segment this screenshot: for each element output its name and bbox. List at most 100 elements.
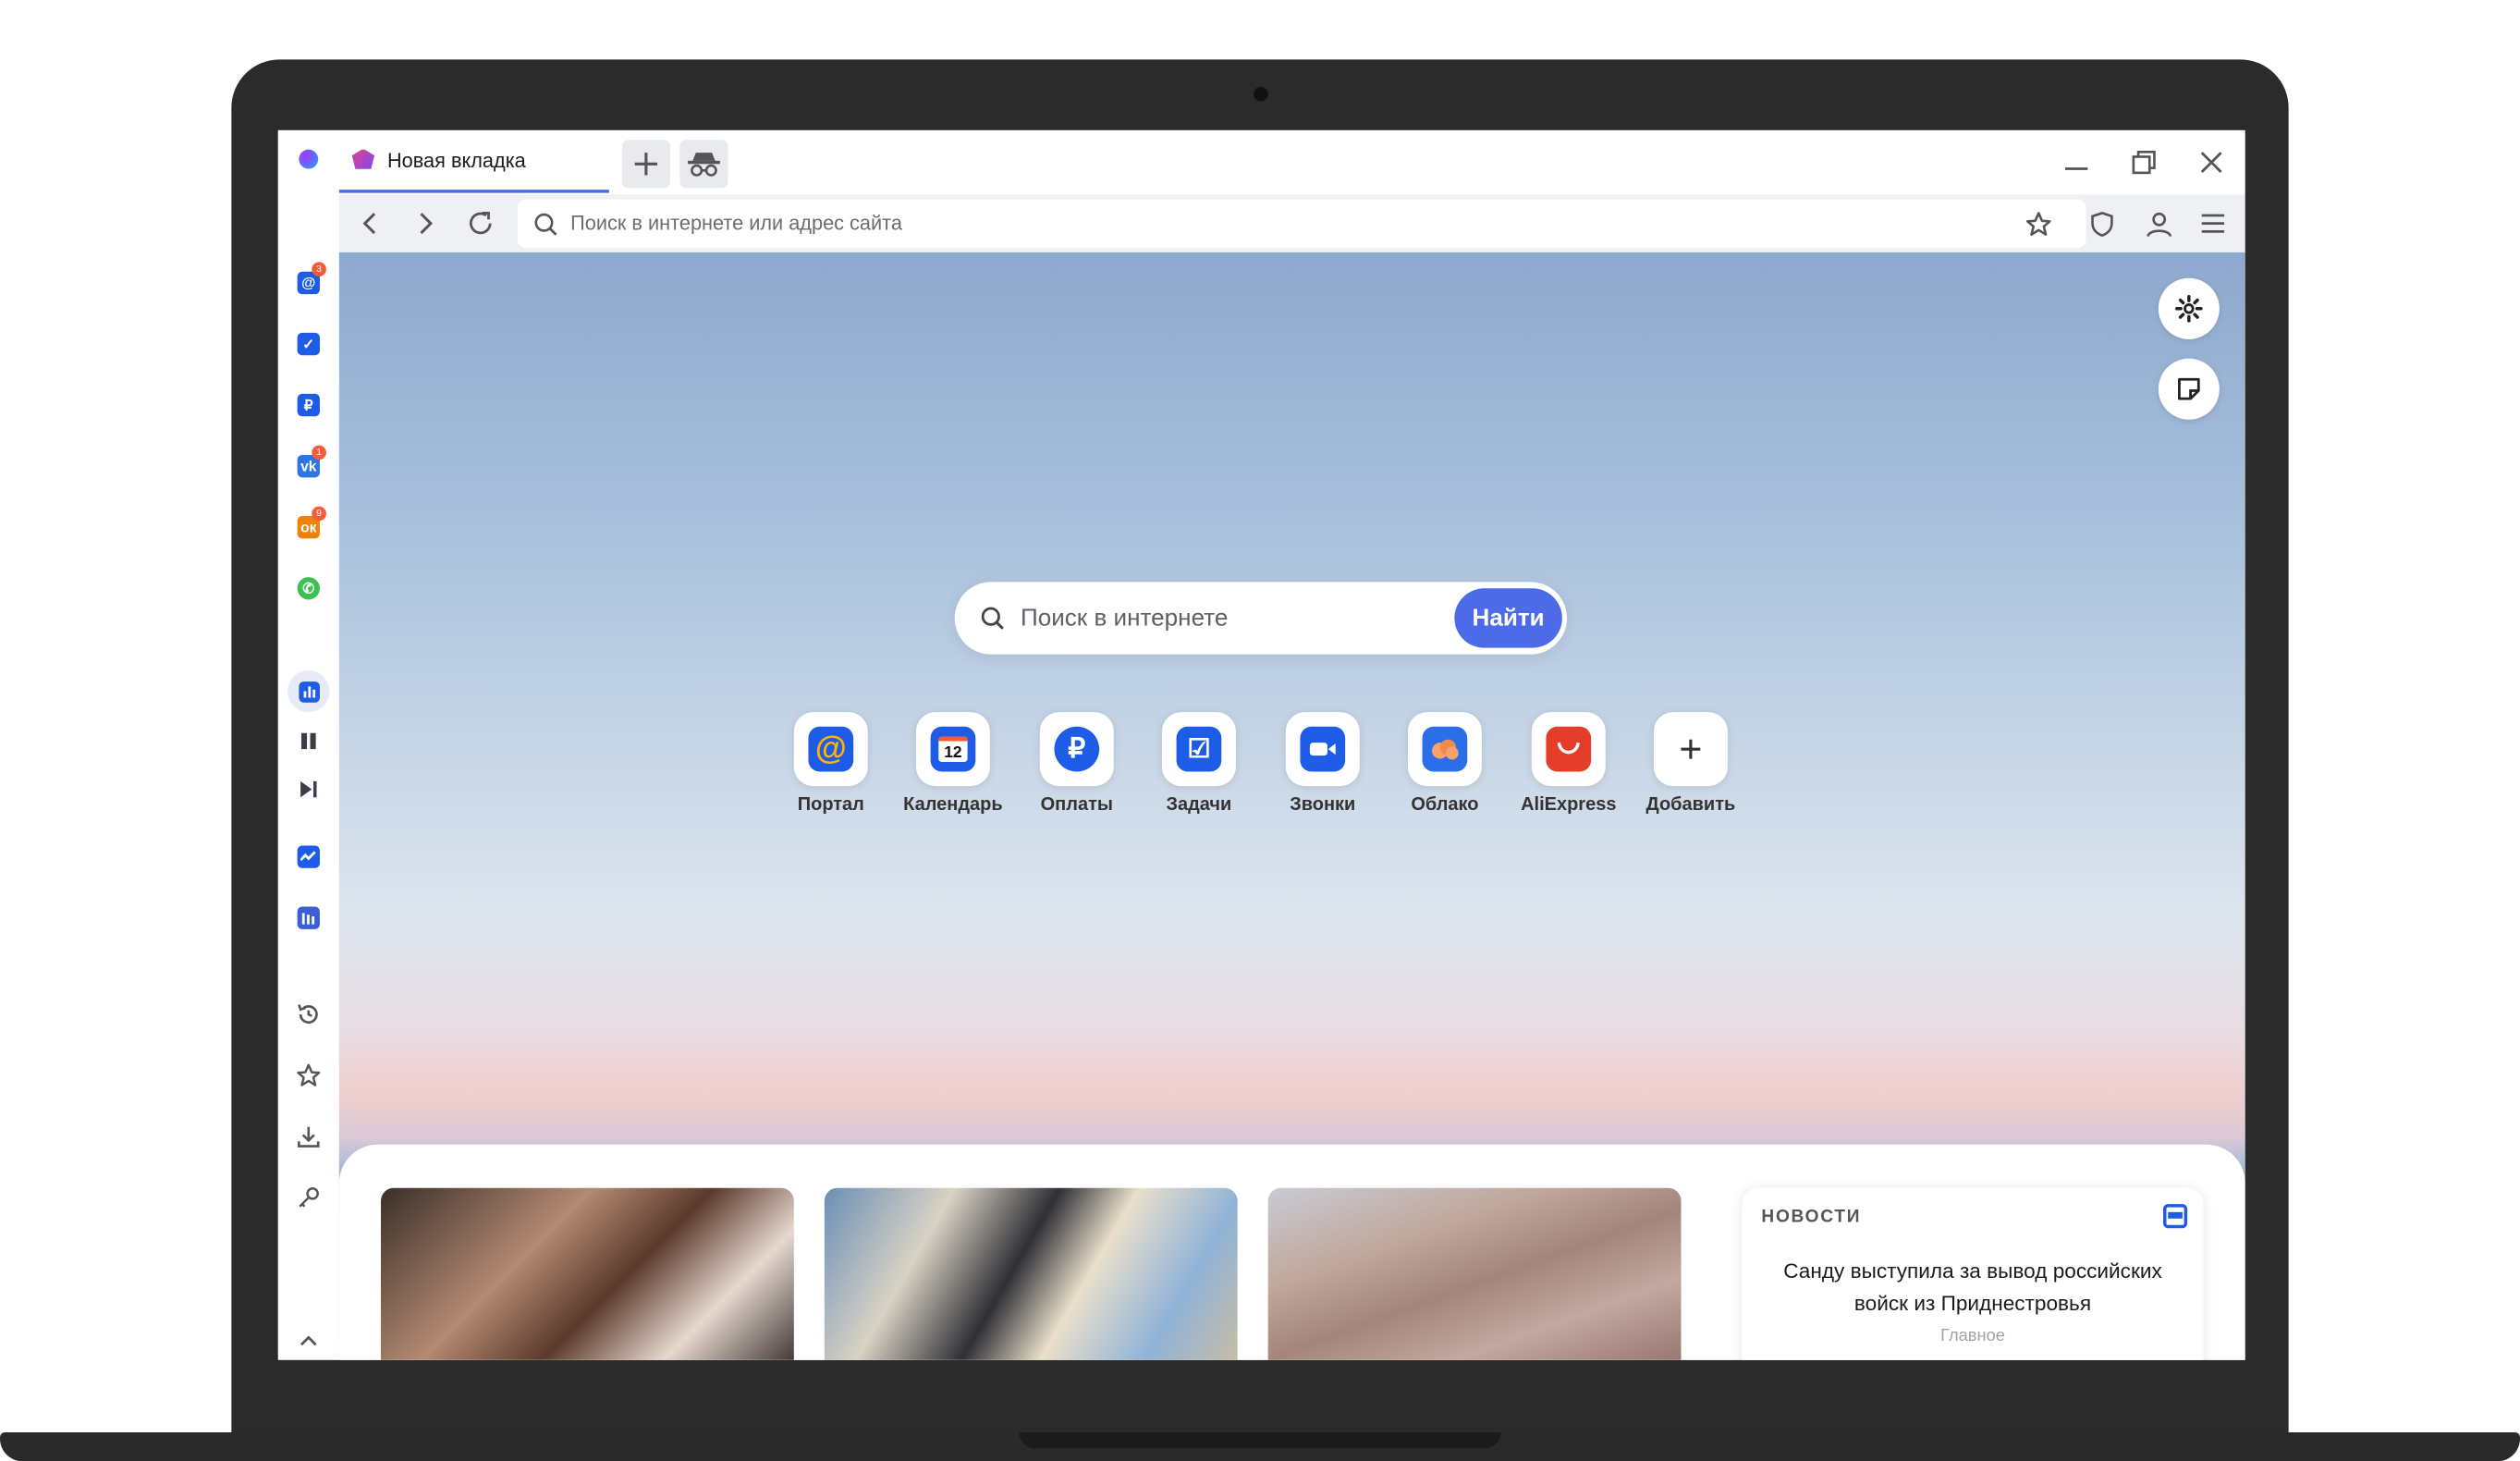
feed-card-image[interactable] xyxy=(381,1187,794,1360)
user-icon xyxy=(2146,212,2171,237)
shortcut-label: Добавить xyxy=(1645,795,1736,816)
shortcut-icon-wrap xyxy=(1285,712,1360,787)
sidebar-trends-button[interactable] xyxy=(287,836,329,878)
shortcut-icon-wrap: ₽ xyxy=(1039,712,1114,787)
address-bar[interactable]: Поиск в интернете или адрес сайта xyxy=(517,199,2086,248)
chevron-left-icon xyxy=(362,213,376,235)
sidebar-next-button[interactable] xyxy=(287,768,329,810)
restore-icon xyxy=(2132,150,2156,175)
content-feed: НОВОСТИ Санду выступила за вывод российс… xyxy=(338,1144,2245,1360)
protection-button[interactable] xyxy=(2083,204,2122,243)
shortcut-calls[interactable]: Звонки xyxy=(1266,712,1379,815)
news-widget[interactable]: НОВОСТИ Санду выступила за вывод российс… xyxy=(1742,1187,2204,1360)
chevron-up-icon xyxy=(300,1335,317,1346)
settings-button[interactable] xyxy=(2158,277,2220,339)
key-icon xyxy=(299,1187,319,1208)
note-icon xyxy=(2178,377,2200,400)
payments-icon: ₽ xyxy=(297,393,320,417)
browser-logo-icon xyxy=(299,149,319,169)
sidebar-mail-button[interactable]: @ 3 xyxy=(287,262,329,303)
sidebar-passwords-button[interactable] xyxy=(287,1177,329,1219)
plus-icon xyxy=(634,153,658,176)
shortcut-cloud[interactable]: Облако xyxy=(1388,712,1501,815)
shortcut-icon-wrap xyxy=(1407,712,1482,787)
trend-icon xyxy=(297,845,320,868)
webcam xyxy=(1254,86,1268,102)
browser-window: @ 3 ✓ ₽ vk 1 ок 9 ✆ Новая вкладка Поиск … xyxy=(277,129,2245,1360)
laptop-notch xyxy=(1019,1432,1501,1449)
shortcut-label: Звонки xyxy=(1290,795,1356,816)
shortcut-label: Портал xyxy=(797,795,864,816)
sidebar-bookmarks-button[interactable] xyxy=(287,1054,329,1096)
sidebar-payments-button[interactable]: ₽ xyxy=(287,385,329,426)
star-icon xyxy=(297,1063,321,1087)
download-icon xyxy=(298,1126,320,1148)
shortcut-icon-wrap: ☑ xyxy=(1161,712,1236,787)
back-button[interactable] xyxy=(350,204,389,243)
shortcut-add[interactable]: Добавить xyxy=(1634,712,1747,815)
search-button[interactable]: Найти xyxy=(1454,588,1562,648)
navigation-toolbar: Поиск в интернете или адрес сайта xyxy=(338,194,2245,252)
sidebar-tasks-button[interactable]: ✓ xyxy=(287,323,329,364)
calendar-day: 12 xyxy=(938,736,968,763)
chevron-right-icon xyxy=(420,213,434,235)
forward-button[interactable] xyxy=(407,204,446,243)
restore-button[interactable] xyxy=(2124,143,2163,182)
sidebar-pause-button[interactable] xyxy=(287,720,329,762)
search-box[interactable]: Поиск в интернете Найти xyxy=(954,582,1568,655)
sidebar-vk-button[interactable]: vk 1 xyxy=(287,445,329,487)
search-placeholder: Поиск в интернете xyxy=(1020,604,1229,632)
shortcut-icon-wrap xyxy=(1531,712,1606,787)
sidebar-library-button[interactable] xyxy=(287,897,329,939)
search-icon xyxy=(534,212,557,235)
shortcut-icon-wrap: @ xyxy=(793,712,868,787)
new-tab-button[interactable] xyxy=(621,140,670,189)
news-category: Главное xyxy=(1940,1326,2005,1346)
sidebar-downloads-button[interactable] xyxy=(287,1116,329,1158)
ruble-icon: ₽ xyxy=(1054,726,1100,772)
minimize-button[interactable] xyxy=(2057,143,2096,182)
sidebar-whatsapp-button[interactable]: ✆ xyxy=(287,568,329,609)
feed-card-image[interactable] xyxy=(1267,1187,1682,1360)
shortcut-payments[interactable]: ₽ Оплаты xyxy=(1021,712,1133,815)
shortcut-aliexpress[interactable]: AliExpress xyxy=(1512,712,1625,815)
news-widget-icon[interactable] xyxy=(2163,1204,2188,1229)
shortcut-tasks[interactable]: ☑ Задачи xyxy=(1143,712,1255,815)
next-track-icon xyxy=(300,780,317,798)
new-tab-page: Поиск в интернете Найти @ Портал 12 Кале… xyxy=(338,252,2245,1360)
whatsapp-icon: ✆ xyxy=(297,577,320,600)
sidebar-collapse-button[interactable] xyxy=(287,1320,329,1359)
checkbox-icon: ☑ xyxy=(1176,726,1222,772)
sidebar-ok-button[interactable]: ок 9 xyxy=(287,506,329,548)
notes-button[interactable] xyxy=(2158,358,2220,420)
shortcut-portal[interactable]: @ Портал xyxy=(775,712,887,815)
shortcut-icon-wrap: 12 xyxy=(915,712,990,787)
feed-card-image[interactable] xyxy=(824,1187,1238,1360)
gear-icon xyxy=(2175,295,2203,323)
shortcut-label: Облако xyxy=(1411,795,1479,816)
sidebar-stats-button[interactable] xyxy=(287,669,330,713)
mail-badge: 3 xyxy=(312,262,326,277)
incognito-button[interactable] xyxy=(679,140,728,189)
cloud-icon xyxy=(1422,726,1468,772)
tasks-icon: ✓ xyxy=(297,332,320,356)
bookmark-button[interactable] xyxy=(2019,204,2058,243)
tab-bar: Новая вкладка xyxy=(338,129,2245,195)
reload-button[interactable] xyxy=(461,204,500,243)
shortcut-calendar[interactable]: 12 Календарь xyxy=(897,712,1009,815)
history-icon xyxy=(298,1004,318,1024)
close-window-button[interactable] xyxy=(2192,143,2231,182)
sidebar-history-button[interactable] xyxy=(287,993,329,1035)
reload-icon xyxy=(470,211,492,235)
shortcut-icon-wrap xyxy=(1653,712,1728,787)
news-header: НОВОСТИ xyxy=(1761,1207,1862,1227)
tab-new-tab[interactable]: Новая вкладка xyxy=(338,130,609,193)
profile-button[interactable] xyxy=(2139,204,2178,243)
shortcut-label: Календарь xyxy=(903,795,1003,816)
ok-badge: 9 xyxy=(312,506,326,522)
news-headline[interactable]: Санду выступила за вывод российских войс… xyxy=(1758,1256,2187,1320)
address-bar-placeholder: Поиск в интернете или адрес сайта xyxy=(570,212,902,235)
video-camera-icon xyxy=(1300,726,1346,772)
menu-button[interactable] xyxy=(2194,204,2233,243)
shortcut-label: Задачи xyxy=(1166,795,1232,816)
